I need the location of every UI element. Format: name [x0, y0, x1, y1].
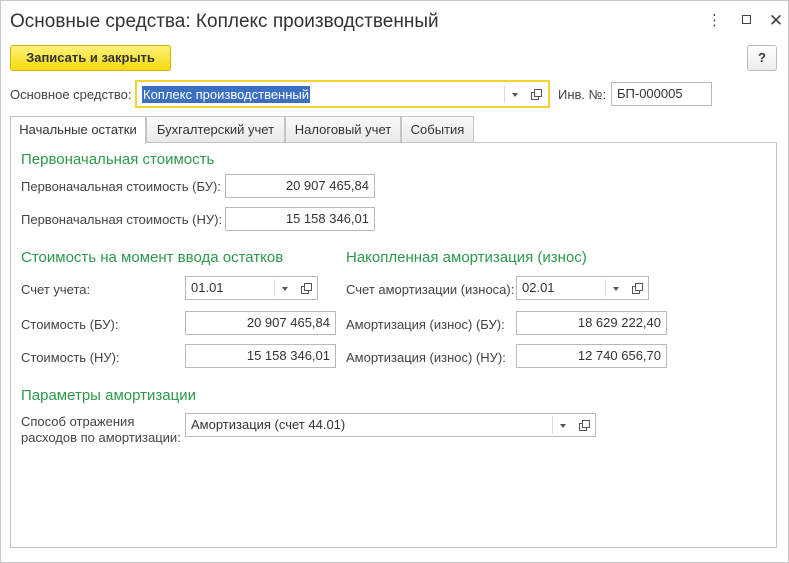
window-title: Основные средства: Коплекс производствен…: [10, 11, 439, 32]
open-form-icon[interactable]: [627, 279, 647, 297]
tab-tax-accounting[interactable]: Налоговый учет: [285, 116, 401, 143]
inv-number-label: Инв. №:: [558, 87, 607, 102]
open-form-icon[interactable]: [296, 279, 316, 297]
depreciation-nu-field[interactable]: 12 740 656,70: [516, 344, 667, 368]
depreciation-params-section-title: Параметры амортизации: [21, 387, 196, 404]
expense-method-select[interactable]: Амортизация (счет 44.01): [185, 413, 596, 437]
asset-label: Основное средство:: [10, 87, 132, 102]
entry-account-select[interactable]: 01.01: [185, 276, 318, 300]
initial-cost-nu-label: Первоначальная стоимость (НУ):: [21, 212, 223, 227]
entry-cost-nu-label: Стоимость (НУ):: [21, 350, 120, 365]
initial-cost-bu-field[interactable]: 20 907 465,84: [225, 174, 375, 198]
depreciation-nu-label: Амортизация (износ) (НУ):: [346, 350, 506, 365]
dropdown-arrow-icon[interactable]: [504, 85, 524, 103]
entry-cost-section-title: Стоимость на момент ввода остатков: [21, 249, 284, 266]
initial-cost-nu-field[interactable]: 15 158 346,01: [225, 207, 375, 231]
expense-method-label-line1: Способ отражения: [21, 414, 135, 429]
help-button[interactable]: ?: [747, 45, 777, 71]
depreciation-bu-field[interactable]: 18 629 222,40: [516, 311, 667, 335]
open-form-icon[interactable]: [526, 85, 546, 103]
close-icon[interactable]: ✕: [764, 9, 788, 33]
dropdown-arrow-icon[interactable]: [605, 279, 625, 297]
depreciation-account-label: Счет амортизации (износа):: [346, 282, 515, 297]
save-and-close-button[interactable]: Записать и закрыть: [10, 45, 171, 71]
dropdown-arrow-icon[interactable]: [552, 416, 572, 434]
tab-events[interactable]: События: [401, 116, 474, 143]
open-form-icon[interactable]: [574, 416, 594, 434]
depreciation-section-title: Накопленная амортизация (износ): [346, 249, 587, 266]
more-icon[interactable]: ⋮: [702, 9, 726, 33]
entry-account-label: Счет учета:: [21, 282, 91, 297]
initial-cost-bu-label: Первоначальная стоимость (БУ):: [21, 179, 221, 194]
expense-method-label-line2: расходов по амортизации:: [21, 430, 181, 445]
tab-initial-balances[interactable]: Начальные остатки: [10, 116, 146, 144]
initial-cost-section-title: Первоначальная стоимость: [21, 151, 215, 168]
asset-select[interactable]: Коплекс производственный: [135, 80, 550, 108]
maximize-icon[interactable]: [734, 9, 758, 33]
entry-cost-nu-field[interactable]: 15 158 346,01: [185, 344, 336, 368]
asset-form-window: Основные средства: Коплекс производствен…: [0, 0, 789, 563]
depreciation-account-select[interactable]: 02.01: [516, 276, 649, 300]
dropdown-arrow-icon[interactable]: [274, 279, 294, 297]
inv-number-field[interactable]: БП-000005: [611, 82, 712, 106]
entry-cost-bu-label: Стоимость (БУ):: [21, 317, 119, 332]
entry-cost-bu-field[interactable]: 20 907 465,84: [185, 311, 336, 335]
tab-accounting[interactable]: Бухгалтерский учет: [146, 116, 285, 143]
asset-value: Коплекс производственный: [142, 86, 311, 103]
depreciation-bu-label: Амортизация (износ) (БУ):: [346, 317, 505, 332]
